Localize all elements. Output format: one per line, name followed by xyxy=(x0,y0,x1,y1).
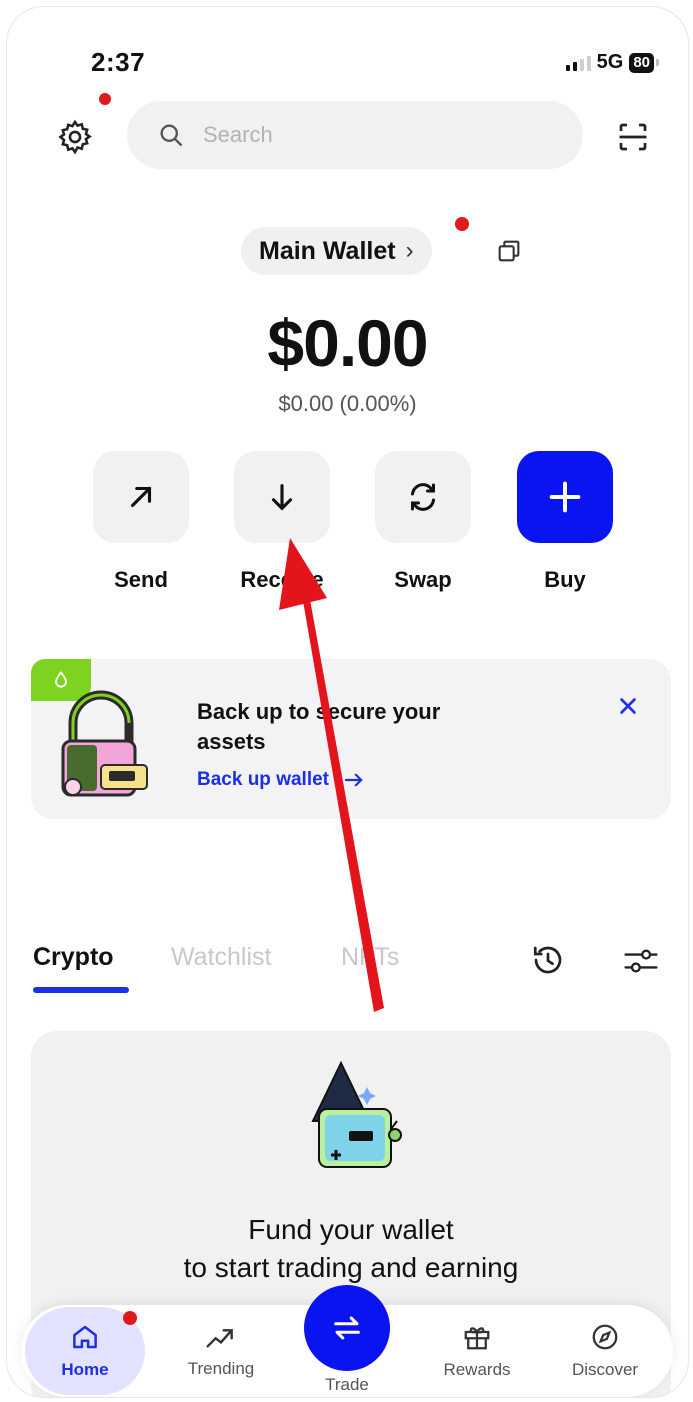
scan-icon xyxy=(619,123,647,151)
filter-button[interactable] xyxy=(621,943,661,979)
chevron-right-icon: › xyxy=(405,237,414,264)
settings-button[interactable] xyxy=(51,113,99,161)
status-indicators: 5G 80 xyxy=(565,51,659,74)
nav-trade-label: Trade xyxy=(325,1375,369,1394)
signal-icon xyxy=(565,55,591,71)
nav-rewards[interactable]: Rewards xyxy=(417,1307,537,1395)
copy-address-button[interactable] xyxy=(493,235,525,267)
scan-button[interactable] xyxy=(611,115,655,159)
receive-label: Receive xyxy=(240,567,324,592)
nav-trending-label: Trending xyxy=(187,1359,255,1378)
swap-icon xyxy=(411,483,435,511)
battery-icon: 80 xyxy=(629,52,659,73)
tab-watchlist[interactable]: Watchlist xyxy=(171,943,271,972)
swap-arrows-icon xyxy=(334,1316,360,1340)
nav-trending[interactable]: Trending xyxy=(161,1307,281,1395)
active-tab-indicator xyxy=(33,987,129,993)
backup-wallet-link-label: Back up wallet xyxy=(197,769,329,790)
send-button[interactable]: Send xyxy=(91,451,191,593)
backup-banner-title: Back up to secure your assets xyxy=(197,699,441,754)
gear-icon xyxy=(58,119,92,155)
nav-trade-button[interactable] xyxy=(304,1285,390,1371)
wallet-notification-dot xyxy=(455,217,469,231)
wallet-illustration xyxy=(311,1060,402,1168)
wallet-selector[interactable]: Main Wallet › xyxy=(241,227,432,275)
arrow-right-icon xyxy=(344,773,363,787)
tab-nfts[interactable]: NFTs xyxy=(341,943,399,972)
history-button[interactable] xyxy=(529,941,567,979)
receive-tile[interactable] xyxy=(234,451,330,543)
send-label: Send xyxy=(114,567,168,592)
swap-button[interactable]: Swap xyxy=(373,451,473,593)
empty-state-line-2: to start trading and earning xyxy=(183,1252,519,1283)
nav-discover-label: Discover xyxy=(571,1360,639,1379)
buy-tile[interactable] xyxy=(517,451,613,543)
empty-state-line-1: Fund your wallet xyxy=(248,1214,454,1245)
arrow-down-icon xyxy=(271,484,293,511)
settings-notification-dot xyxy=(99,93,111,105)
buy-button[interactable]: Buy xyxy=(515,451,615,593)
search-bar[interactable] xyxy=(127,101,583,169)
search-icon xyxy=(160,124,183,147)
gift-icon xyxy=(464,1327,490,1350)
home-notification-dot xyxy=(123,1311,137,1325)
wallet-name: Main Wallet xyxy=(259,236,396,265)
swap-tile[interactable] xyxy=(375,451,471,543)
tab-crypto[interactable]: Crypto xyxy=(33,943,114,972)
buy-label: Buy xyxy=(544,567,586,592)
swap-label: Swap xyxy=(394,567,452,592)
empty-state-message: Fund your wallet to start trading and ea… xyxy=(31,1211,671,1287)
status-time: 2:37 xyxy=(91,47,146,77)
phone-frame: 2:37 5G 80 Main Wallet › xyxy=(6,6,689,1398)
padlock-illustration xyxy=(61,690,148,797)
sliders-icon xyxy=(624,949,658,973)
nav-discover[interactable]: Discover xyxy=(545,1307,665,1395)
receive-button[interactable]: Receive xyxy=(232,451,332,593)
wallet-balance: $0.00 xyxy=(267,306,428,380)
plus-icon xyxy=(549,481,581,513)
close-banner-button[interactable] xyxy=(613,691,643,721)
compass-icon xyxy=(592,1324,618,1350)
network-label: 5G xyxy=(596,51,624,73)
copy-icon xyxy=(498,240,520,262)
send-tile[interactable] xyxy=(93,451,189,543)
history-icon xyxy=(533,946,562,974)
search-input[interactable] xyxy=(201,121,565,149)
nav-home-label: Home xyxy=(61,1360,109,1379)
arrow-up-right-icon xyxy=(130,486,152,508)
balance-change: $0.00 (0.00%) xyxy=(278,391,417,416)
nav-rewards-label: Rewards xyxy=(443,1360,511,1379)
trending-icon xyxy=(206,1329,233,1348)
home-icon xyxy=(73,1325,97,1349)
backup-wallet-link[interactable]: Back up wallet xyxy=(197,769,365,791)
close-icon xyxy=(620,698,636,714)
